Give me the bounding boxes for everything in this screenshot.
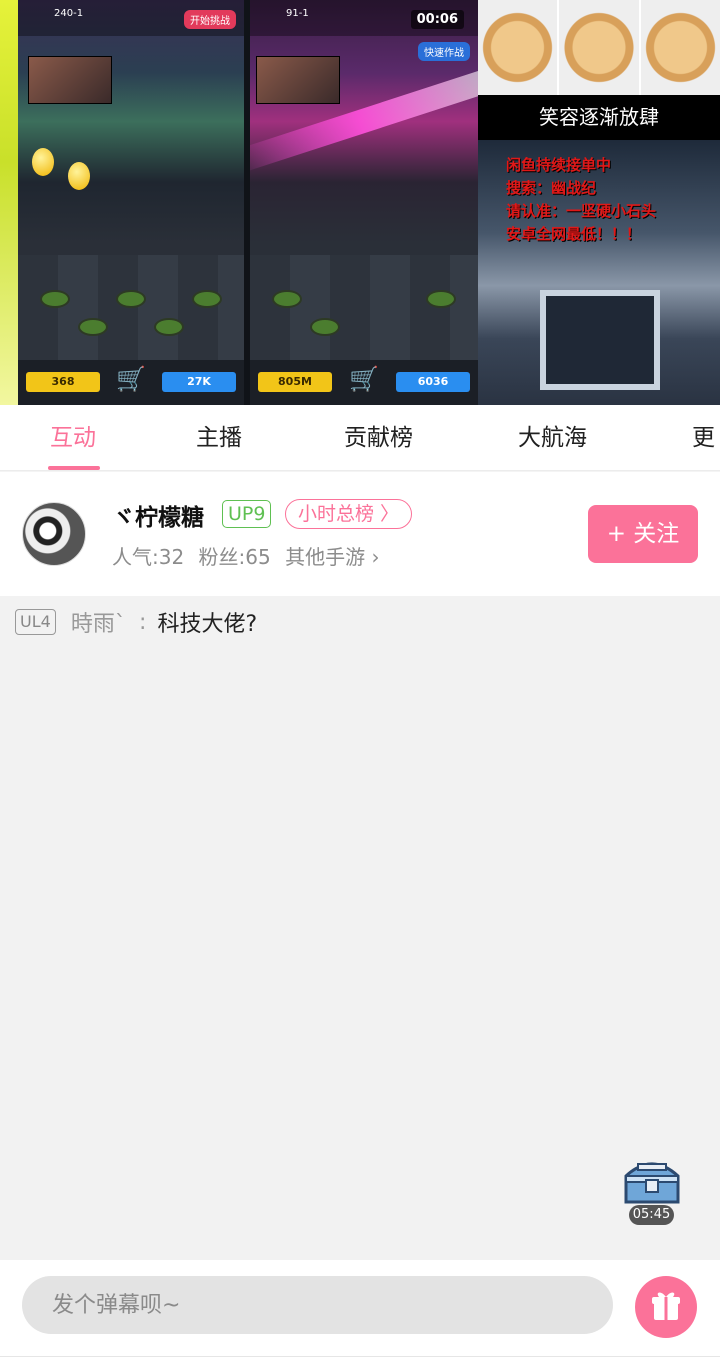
slot-icon (272, 290, 302, 308)
meme-panel: 笑容逐渐放肆 闲鱼持续接单中 搜索：幽战纪 请认准：一坚硬小石头 安卓全网最低！… (478, 0, 720, 405)
treasure-chest-icon[interactable] (620, 1158, 684, 1208)
ad-line: 安卓全网最低！！！ (506, 225, 642, 243)
coin-icon (68, 162, 90, 190)
ad-line: 闲鱼持续接单中 (506, 156, 612, 174)
left-video-edge (0, 0, 18, 405)
game-thumbnail (256, 56, 340, 104)
ad-line: 搜索：幽战纪 (506, 179, 597, 197)
cart-icon: 🛒 (349, 365, 379, 393)
live-video-player[interactable]: 240-1 开始挑战 368 🛒 27K 91-1 00:06 快速作战 805… (0, 0, 720, 405)
streamer-meta: 人气:32 粉丝:65 其他手游 › (112, 541, 387, 570)
game-floor (18, 255, 244, 365)
streamer-name: ヾ柠檬糖 (112, 505, 204, 531)
ad-text: 闲鱼持续接单中 搜索：幽战纪 请认准：一坚硬小石头 安卓全网最低！！！ (506, 154, 656, 246)
danmaku-bar (0, 1260, 720, 1356)
challenge-tag: 开始挑战 (184, 10, 236, 29)
stage-label: 240-1 (54, 8, 84, 19)
stage-label: 91-1 (286, 8, 309, 19)
game-timer: 00:06 (410, 10, 464, 29)
game-thumbnail (28, 56, 112, 104)
active-tab-indicator (48, 466, 100, 470)
tab-streamer[interactable]: 主播 (196, 405, 242, 471)
meme-caption: 笑容逐渐放肆 (539, 105, 659, 129)
doge-image (640, 0, 720, 95)
quick-battle-tag: 快速作战 (418, 42, 470, 61)
gift-icon (652, 1292, 680, 1320)
tab-more[interactable]: 更 (692, 405, 715, 471)
chat-separator: : (139, 609, 147, 635)
ship-door (540, 290, 660, 390)
tab-contribution-rank[interactable]: 贡献榜 (344, 405, 413, 471)
gift-button[interactable] (635, 1276, 697, 1338)
spaceship-background: 闲鱼持续接单中 搜索：幽战纪 请认准：一坚硬小石头 安卓全网最低！！！ (478, 140, 720, 405)
slot-icon (192, 290, 222, 308)
up-level-badge: UP9 (222, 500, 272, 528)
coin-icon (32, 148, 54, 176)
popularity: 人气:32 (112, 545, 185, 569)
game-screen-left: 240-1 开始挑战 368 🛒 27K (18, 0, 244, 405)
avatar[interactable] (22, 502, 86, 566)
gold-counter: 368 (26, 372, 100, 392)
tab-bar: 互动 主播 贡献榜 大航海 更 (0, 405, 720, 471)
danmaku-input[interactable] (22, 1276, 613, 1334)
gem-counter: 6036 (396, 372, 470, 392)
game-floor (250, 255, 478, 365)
doge-images (478, 0, 720, 95)
follow-button[interactable]: + 关注 (588, 505, 698, 563)
game-screen-middle: 91-1 00:06 快速作战 805M 🛒 6036 (250, 0, 478, 405)
chat-area[interactable]: UL4 時雨ˋ : 科技大佬? (0, 596, 720, 1260)
gem-counter: 27K (162, 372, 236, 392)
slot-icon (310, 318, 340, 336)
chest-countdown: 05:45 (629, 1205, 674, 1225)
slot-icon (154, 318, 184, 336)
slot-icon (40, 290, 70, 308)
chat-text: 科技大佬? (157, 612, 258, 637)
chat-username[interactable]: 時雨ˋ (71, 606, 126, 638)
tab-interaction[interactable]: 互动 (50, 405, 96, 471)
category-link[interactable]: 其他手游 › (285, 545, 379, 569)
chat-message: UL4 時雨ˋ : 科技大佬? (15, 606, 257, 638)
doge-image (478, 0, 560, 95)
tab-guard[interactable]: 大航海 (518, 405, 587, 471)
doge-image (559, 0, 641, 95)
gold-counter: 805M (258, 372, 332, 392)
slot-icon (78, 318, 108, 336)
streamer-card: ヾ柠檬糖 UP9 小时总榜 〉 人气:32 粉丝:65 其他手游 › + 关注 (0, 472, 720, 596)
fan-count: 粉丝:65 (198, 545, 271, 569)
user-level-badge: UL4 (15, 609, 56, 635)
hourly-rank-badge[interactable]: 小时总榜 〉 (285, 499, 413, 529)
ad-line: 请认准：一坚硬小石头 (506, 202, 657, 220)
bottom-edge (0, 1356, 720, 1372)
cart-icon: 🛒 (116, 365, 146, 393)
slot-icon (116, 290, 146, 308)
slot-icon (426, 290, 456, 308)
